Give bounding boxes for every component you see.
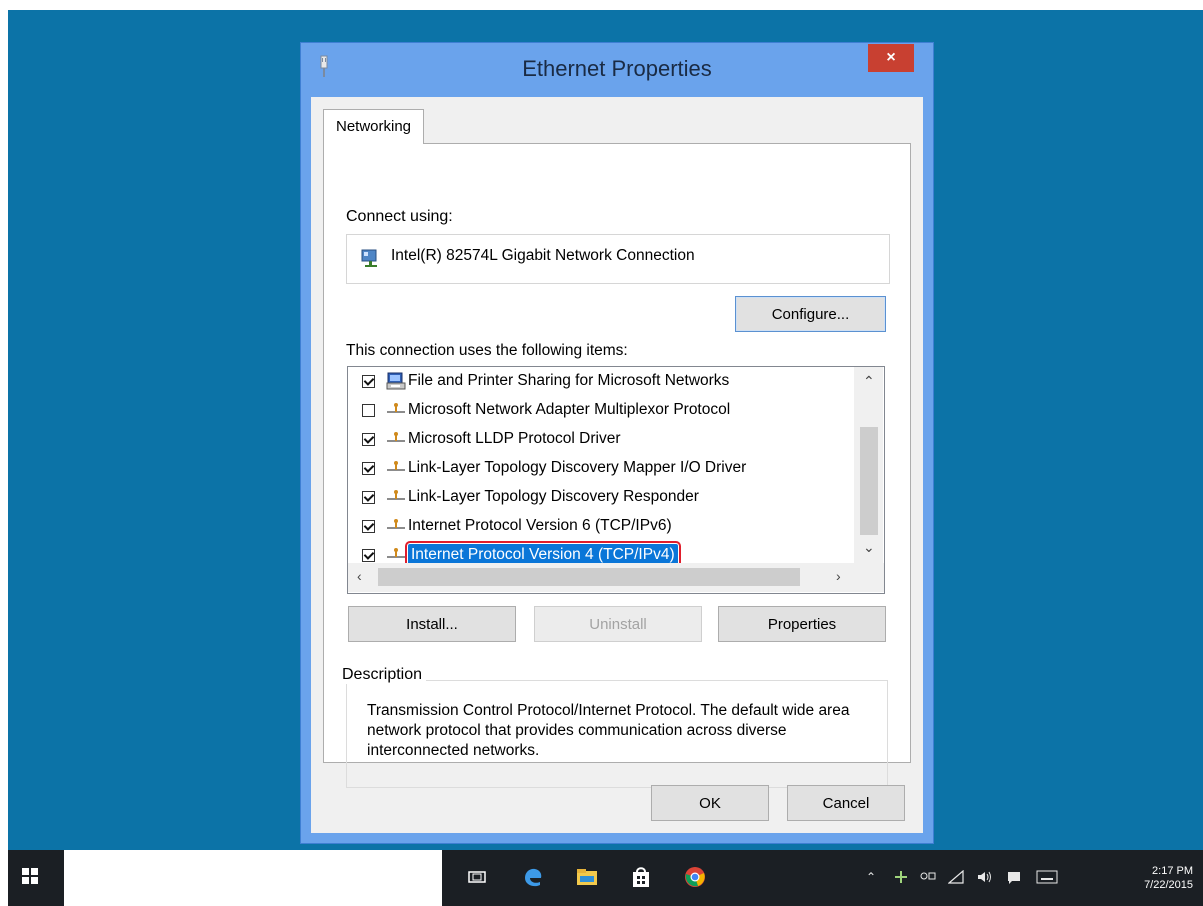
dialog-client-area: Networking Connect using: Intel(R) 82574… bbox=[311, 97, 923, 833]
network-tray-icon[interactable] bbox=[894, 870, 908, 887]
action-center-icon[interactable] bbox=[1006, 870, 1022, 889]
properties-button[interactable]: Properties bbox=[718, 606, 886, 642]
vertical-scroll-thumb[interactable] bbox=[860, 427, 878, 535]
item-label: Link-Layer Topology Discovery Responder bbox=[408, 488, 699, 505]
adapter-name: Intel(R) 82574L Gigabit Network Connecti… bbox=[391, 247, 695, 264]
list-item[interactable]: Link-Layer Topology Discovery Mapper I/O… bbox=[348, 454, 853, 483]
item-label: Internet Protocol Version 6 (TCP/IPv6) bbox=[408, 517, 672, 534]
protocol-icon bbox=[387, 461, 405, 471]
protocol-icon bbox=[387, 548, 405, 558]
list-item[interactable]: Microsoft LLDP Protocol Driver bbox=[348, 425, 853, 454]
protocol-icon bbox=[387, 403, 405, 413]
chevron-down-icon[interactable]: ⌄ bbox=[863, 539, 875, 556]
item-label: Microsoft Network Adapter Multiplexor Pr… bbox=[408, 401, 731, 418]
item-label: Internet Protocol Version 4 (TCP/IPv4) bbox=[405, 541, 681, 568]
clock-date: 7/22/2015 bbox=[1144, 879, 1193, 891]
list-item[interactable]: Microsoft Network Adapter Multiplexor Pr… bbox=[348, 396, 853, 425]
network-adapter-card-icon bbox=[361, 249, 377, 267]
list-item[interactable]: Link-Layer Topology Discovery Responder bbox=[348, 483, 853, 512]
file-printer-sharing-icon bbox=[386, 372, 406, 390]
item-label: File and Printer Sharing for Microsoft N… bbox=[408, 372, 730, 389]
description-groupbox: Transmission Control Protocol/Internet P… bbox=[346, 680, 888, 788]
close-button[interactable]: × bbox=[868, 44, 914, 72]
configure-button[interactable]: Configure... bbox=[735, 296, 886, 332]
install-button[interactable]: Install... bbox=[348, 606, 516, 642]
edge-icon[interactable] bbox=[520, 864, 546, 890]
file-explorer-icon[interactable] bbox=[574, 864, 600, 890]
ethernet-properties-dialog: Ethernet Properties × Networking Connect… bbox=[300, 42, 934, 844]
tab-networking[interactable]: Networking bbox=[323, 109, 425, 144]
networking-tab-panel: Connect using: Intel(R) 82574L Gigabit N… bbox=[323, 143, 911, 788]
item-checkbox[interactable] bbox=[362, 404, 375, 417]
uninstall-button: Uninstall bbox=[534, 606, 702, 642]
adapter-field: Intel(R) 82574L Gigabit Network Connecti… bbox=[346, 234, 890, 284]
chrome-icon[interactable] bbox=[682, 864, 708, 890]
dialog-title: Ethernet Properties bbox=[522, 56, 712, 81]
list-item[interactable]: Internet Protocol Version 6 (TCP/IPv6) bbox=[348, 512, 853, 541]
items-list[interactable]: File and Printer Sharing for Microsoft N… bbox=[347, 366, 885, 594]
item-checkbox[interactable] bbox=[362, 375, 375, 388]
title-bar[interactable]: Ethernet Properties × bbox=[301, 43, 933, 97]
input-indicator-icon[interactable] bbox=[920, 870, 936, 885]
close-icon: × bbox=[886, 49, 896, 66]
chevron-up-icon[interactable]: ⌃ bbox=[866, 870, 876, 884]
item-checkbox[interactable] bbox=[362, 520, 375, 533]
wifi-icon[interactable] bbox=[947, 869, 964, 887]
item-label: Microsoft LLDP Protocol Driver bbox=[408, 430, 621, 447]
ok-button[interactable]: OK bbox=[651, 785, 769, 821]
task-view-icon[interactable] bbox=[464, 864, 490, 890]
description-legend: Description bbox=[338, 666, 427, 684]
horizontal-scroll-thumb[interactable] bbox=[378, 568, 800, 586]
windows-start-icon[interactable] bbox=[22, 868, 38, 884]
item-checkbox[interactable] bbox=[362, 462, 375, 475]
clock[interactable]: 2:17 PM 7/22/2015 bbox=[1144, 864, 1193, 892]
protocol-icon bbox=[387, 490, 405, 500]
chevron-left-icon[interactable]: ‹ bbox=[357, 568, 362, 584]
taskbar: ⌃ 2:17 PM 7/22/2015 bbox=[8, 850, 1203, 906]
keyboard-icon[interactable] bbox=[1036, 870, 1058, 887]
item-checkbox[interactable] bbox=[362, 549, 375, 562]
protocol-icon bbox=[387, 432, 405, 442]
connect-using-label: Connect using: bbox=[346, 208, 453, 225]
list-item[interactable]: File and Printer Sharing for Microsoft N… bbox=[348, 367, 853, 396]
description-text: Transmission Control Protocol/Internet P… bbox=[367, 702, 850, 759]
vertical-scrollbar[interactable]: ⌃ ⌄ bbox=[854, 367, 883, 563]
item-checkbox[interactable] bbox=[362, 491, 375, 504]
horizontal-scrollbar[interactable]: ‹ › bbox=[348, 563, 884, 592]
chevron-right-icon[interactable]: › bbox=[836, 568, 841, 584]
clock-time: 2:17 PM bbox=[1152, 865, 1193, 877]
protocol-icon bbox=[387, 519, 405, 529]
search-box[interactable] bbox=[64, 850, 442, 906]
items-label: This connection uses the following items… bbox=[346, 342, 628, 359]
item-checkbox[interactable] bbox=[362, 433, 375, 446]
chevron-up-icon[interactable]: ⌃ bbox=[863, 373, 875, 390]
store-icon[interactable] bbox=[628, 864, 654, 890]
volume-icon[interactable] bbox=[976, 870, 994, 887]
cancel-button[interactable]: Cancel bbox=[787, 785, 905, 821]
item-label: Link-Layer Topology Discovery Mapper I/O… bbox=[408, 459, 747, 476]
